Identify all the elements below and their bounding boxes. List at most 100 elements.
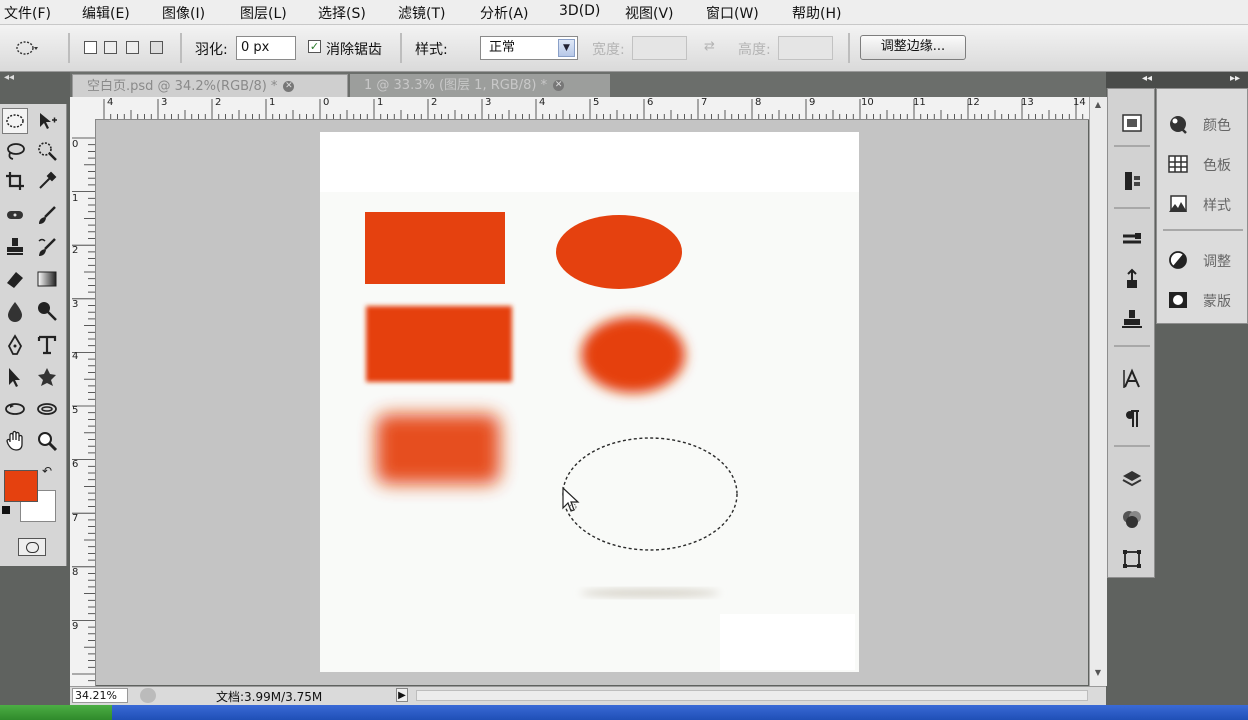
default-colors-icon[interactable] (2, 506, 10, 514)
zoom-tool[interactable] (34, 428, 60, 454)
status-expand-arrow-icon[interactable]: ▶ (396, 688, 408, 702)
tool-preset-picker[interactable] (14, 37, 40, 59)
collapse-icon[interactable]: ◂◂ (4, 72, 14, 83)
menu-window[interactable]: 窗口(W) (706, 3, 759, 23)
zoom-level-field[interactable]: 34.21% (72, 688, 128, 703)
clone-source-panel-button[interactable] (1120, 307, 1144, 331)
history-panel-button[interactable] (1120, 169, 1144, 193)
quick-mask-button[interactable] (18, 538, 46, 556)
dodge-tool[interactable] (34, 298, 60, 324)
vertical-scrollbar[interactable]: ▲ ▼ (1089, 97, 1107, 686)
scroll-down-icon[interactable]: ▼ (1092, 667, 1104, 679)
clone-stamp-tool[interactable] (2, 234, 28, 260)
expand-icon[interactable]: ▸▸ (1230, 73, 1240, 84)
horizontal-scrollbar[interactable] (416, 690, 1088, 701)
3d-orbit-tool[interactable] (34, 396, 60, 422)
ruler-number: 5 (72, 405, 79, 416)
brushes-panel-button[interactable] (1120, 227, 1144, 251)
gradient-tool[interactable] (34, 266, 60, 292)
spot-healing-tool[interactable] (2, 202, 28, 228)
elliptical-marquee-tool[interactable] (2, 108, 28, 134)
adjustments-panel-tab[interactable]: 调整 (1165, 247, 1245, 273)
layers-icon (1122, 471, 1142, 487)
style-select[interactable]: 正常 ▼ (480, 36, 578, 60)
menu-layer[interactable]: 图层(L) (240, 3, 287, 23)
character-panel-button[interactable] (1120, 367, 1144, 391)
collapse-icon[interactable]: ◂◂ (1142, 73, 1152, 84)
lasso-tool[interactable] (2, 138, 28, 164)
pen-tool[interactable] (2, 332, 28, 358)
ruler-number: 8 (72, 567, 79, 578)
crop-tool[interactable] (2, 168, 28, 194)
blur-tool[interactable] (2, 298, 28, 324)
menu-select[interactable]: 选择(S) (318, 3, 366, 23)
antialias-checkbox[interactable]: ✓ (308, 40, 321, 53)
horizontal-ruler[interactable]: 4 3 2 1 0 1 2 3 4 5 6 7 8 9 10 11 12 13 … (95, 97, 1090, 120)
foreground-color-swatch[interactable] (4, 470, 38, 502)
refine-edge-button[interactable]: 调整边缘... (860, 35, 966, 60)
divider (180, 33, 182, 63)
menu-bar: 文件(F) 编辑(E) 图像(I) 图层(L) 选择(S) 滤镜(T) 分析(A… (0, 0, 1248, 25)
brush-tool[interactable] (34, 202, 60, 228)
masks-panel-tab[interactable]: 蒙版 (1165, 287, 1245, 313)
subtract-from-selection-icon[interactable] (126, 41, 139, 54)
scroll-up-icon[interactable]: ▲ (1092, 99, 1104, 111)
soft-rectangle (366, 306, 512, 382)
eraser-tool[interactable] (2, 266, 28, 292)
status-menu-icon[interactable] (140, 688, 156, 703)
document-canvas[interactable] (320, 132, 859, 672)
menu-view[interactable]: 视图(V) (625, 3, 674, 23)
lasso-icon (7, 143, 25, 160)
color-wheel-icon (1170, 116, 1187, 134)
paths-panel-button[interactable] (1120, 547, 1144, 571)
start-button[interactable] (0, 705, 112, 720)
hand-icon (6, 430, 23, 451)
3d-rotate-tool[interactable] (2, 396, 28, 422)
menu-3d[interactable]: 3D(D) (559, 3, 600, 19)
tab-layer-doc[interactable]: 1 @ 33.3% (图层 1, RGB/8) * ✕ (350, 74, 610, 97)
quick-selection-tool[interactable] (34, 138, 60, 164)
menu-edit[interactable]: 编辑(E) (82, 3, 130, 23)
intersect-selection-icon[interactable] (150, 41, 163, 54)
panel-label: 蒙版 (1203, 294, 1231, 310)
hand-tool[interactable] (2, 428, 28, 454)
styles-panel-tab[interactable]: 样式 (1165, 191, 1245, 217)
tab-blank-page[interactable]: 空白页.psd @ 34.2%(RGB/8) * ✕ (72, 74, 348, 97)
type-tool[interactable] (34, 332, 60, 358)
ruler-origin[interactable] (70, 97, 96, 120)
menu-analysis[interactable]: 分析(A) (480, 3, 529, 23)
close-icon[interactable]: ✕ (283, 81, 295, 92)
add-to-selection-icon[interactable] (104, 41, 117, 54)
path-selection-tool[interactable] (2, 364, 28, 390)
move-tool[interactable] (34, 108, 60, 134)
swatches-panel-tab[interactable]: 色板 (1165, 151, 1245, 177)
layers-panel-button[interactable] (1120, 467, 1144, 491)
feather-input[interactable]: 0 px (236, 36, 296, 60)
new-selection-icon[interactable] (84, 41, 97, 54)
crop-icon (6, 172, 24, 190)
ruler-number: 4 (107, 97, 114, 108)
vertical-ruler[interactable]: 0 1 2 3 4 5 6 7 8 9 (70, 119, 96, 686)
brush-icon (39, 206, 56, 224)
3d-orbit-icon (37, 403, 57, 415)
tool-presets-panel-button[interactable] (1120, 267, 1144, 291)
color-panel-tab[interactable]: 颜色 (1165, 111, 1245, 137)
menu-image[interactable]: 图像(I) (162, 3, 205, 23)
close-icon[interactable]: ✕ (553, 80, 565, 91)
chevron-down-icon: ▼ (558, 39, 575, 57)
swap-colors-icon[interactable]: ↶ (42, 464, 52, 478)
eyedropper-tool[interactable] (34, 168, 60, 194)
panel-label: 样式 (1203, 198, 1231, 214)
canvas-artwork (320, 132, 859, 670)
paragraph-panel-button[interactable] (1120, 407, 1144, 431)
adjustments-icon (1169, 251, 1187, 269)
tab-label: 空白页.psd @ 34.2%(RGB/8) * (87, 79, 278, 94)
custom-shape-tool[interactable] (34, 364, 60, 390)
channels-panel-button[interactable] (1120, 507, 1144, 531)
menu-filter[interactable]: 滤镜(T) (398, 3, 445, 23)
history-brush-tool[interactable] (34, 234, 60, 260)
ruler-number: 3 (485, 97, 492, 108)
menu-help[interactable]: 帮助(H) (792, 3, 841, 23)
menu-file[interactable]: 文件(F) (4, 3, 51, 23)
navigator-panel-button[interactable] (1120, 111, 1144, 135)
